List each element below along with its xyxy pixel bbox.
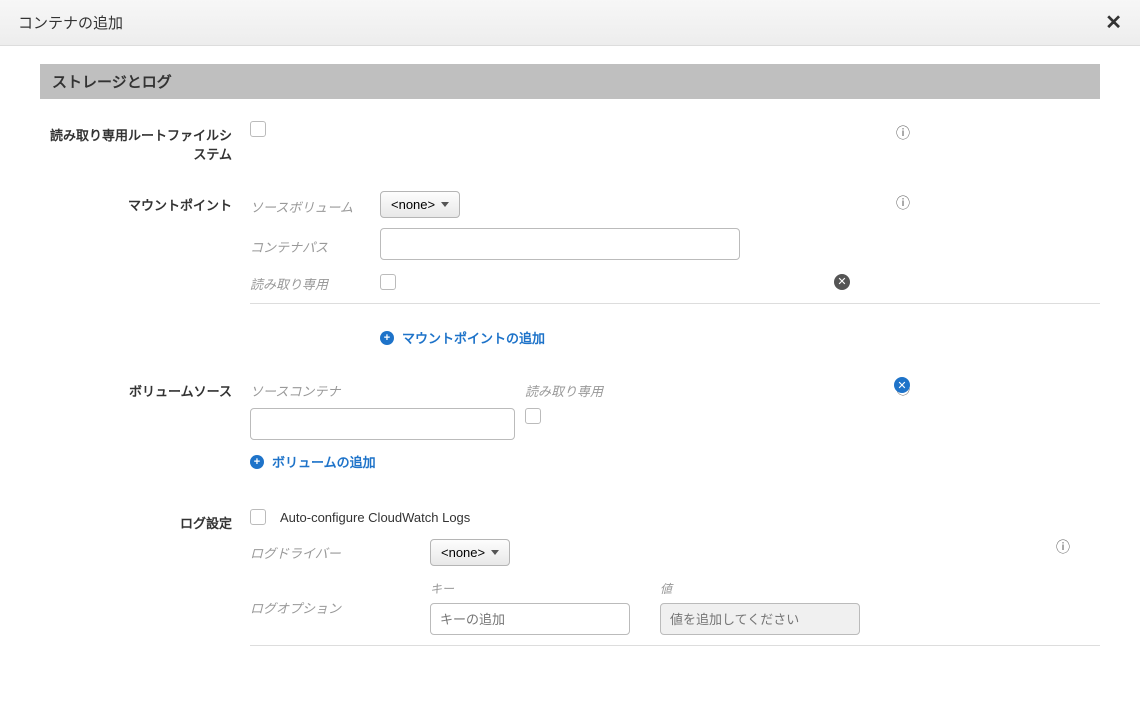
add-volume-wrapper: + ボリュームの追加 bbox=[250, 452, 1100, 471]
log-options-row: ログオプション キー 値 bbox=[250, 576, 1100, 635]
label-log-value: 値 bbox=[660, 580, 860, 597]
label-log-key: キー bbox=[430, 580, 630, 597]
row-volume-source: ボリュームソース ⓘ ソースコンテナ 読み取り専用 ✕ + ボリュームの追加 bbox=[40, 377, 1100, 501]
content-mount-points: ⓘ ソースボリューム <none> コンテナパス 読み取り専用 ✕ bbox=[250, 191, 1100, 320]
add-volume-label: ボリュームの追加 bbox=[272, 452, 376, 471]
content-log-config: Auto-configure CloudWatch Logs ⓘ ログドライバー… bbox=[250, 509, 1100, 662]
close-icon[interactable]: ✕ bbox=[1105, 10, 1122, 35]
label-volume-source: ボリュームソース bbox=[40, 377, 250, 400]
input-source-container[interactable] bbox=[250, 408, 515, 440]
label-mount-points: マウントポイント bbox=[40, 191, 250, 214]
row-readonly-rootfs: 読み取り専用ルートファイルシステム ⓘ bbox=[40, 121, 1100, 163]
add-mount-point-wrapper: + マウントポイントの追加 bbox=[380, 328, 1100, 347]
chevron-down-icon bbox=[441, 202, 449, 207]
label-volume-readonly: 読み取り専用 bbox=[525, 377, 603, 400]
dropdown-log-driver[interactable]: <none> bbox=[430, 539, 510, 566]
chevron-down-icon bbox=[491, 550, 499, 555]
checkbox-readonly-rootfs[interactable] bbox=[250, 121, 266, 137]
add-mount-point-button[interactable]: + マウントポイントの追加 bbox=[380, 328, 545, 347]
remove-volume-icon[interactable]: ✕ bbox=[894, 377, 910, 393]
log-key-col: キー bbox=[430, 580, 630, 635]
log-key-value-row: キー 値 bbox=[430, 580, 860, 635]
volume-entry-row: ソースコンテナ 読み取り専用 ✕ bbox=[250, 377, 1100, 440]
label-log-options: ログオプション bbox=[250, 576, 430, 617]
label-source-volume: ソースボリューム bbox=[250, 193, 380, 216]
content-volume-source: ⓘ ソースコンテナ 読み取り専用 ✕ + ボリュームの追加 bbox=[250, 377, 1100, 501]
info-icon[interactable]: ⓘ bbox=[896, 123, 910, 143]
plus-icon: + bbox=[380, 331, 394, 345]
volume-readonly-col: 読み取り専用 bbox=[525, 377, 603, 424]
mount-container-path-row: コンテナパス bbox=[250, 228, 1100, 260]
section-header-storage-log: ストレージとログ bbox=[40, 64, 1100, 99]
dropdown-source-volume[interactable]: <none> bbox=[380, 191, 460, 218]
modal-header: コンテナの追加 ✕ bbox=[0, 0, 1140, 46]
modal-content: ストレージとログ 読み取り専用ルートファイルシステム ⓘ マウントポイント ⓘ … bbox=[0, 46, 1140, 690]
plus-icon: + bbox=[250, 455, 264, 469]
input-log-key[interactable] bbox=[430, 603, 630, 635]
mount-readonly-row: 読み取り専用 ✕ bbox=[250, 270, 1100, 293]
add-mount-point-label: マウントポイントの追加 bbox=[402, 328, 545, 347]
label-container-path: コンテナパス bbox=[250, 233, 380, 256]
content-readonly-rootfs: ⓘ bbox=[250, 121, 1100, 137]
checkbox-volume-readonly[interactable] bbox=[525, 408, 541, 424]
label-readonly-rootfs: 読み取り専用ルートファイルシステム bbox=[40, 121, 250, 163]
row-log-config: ログ設定 Auto-configure CloudWatch Logs ⓘ ログ… bbox=[40, 509, 1100, 662]
label-mount-readonly: 読み取り専用 bbox=[250, 270, 380, 293]
mount-source-volume-row: ソースボリューム <none> bbox=[250, 191, 1100, 218]
divider bbox=[250, 303, 1100, 304]
checkbox-auto-configure-cloudwatch[interactable] bbox=[250, 509, 266, 525]
input-log-value[interactable] bbox=[660, 603, 860, 635]
dropdown-source-volume-value: <none> bbox=[391, 197, 435, 212]
add-volume-button[interactable]: + ボリュームの追加 bbox=[250, 452, 376, 471]
modal-title: コンテナの追加 bbox=[18, 12, 123, 33]
remove-mount-icon[interactable]: ✕ bbox=[834, 274, 850, 290]
label-log-driver: ログドライバー bbox=[250, 543, 430, 562]
divider bbox=[250, 645, 1100, 646]
volume-source-container-col: ソースコンテナ bbox=[250, 377, 515, 440]
label-log-config: ログ設定 bbox=[40, 509, 250, 532]
log-driver-row: ログドライバー <none> bbox=[250, 539, 1100, 566]
row-mount-points: マウントポイント ⓘ ソースボリューム <none> コンテナパス 読み取り専用… bbox=[40, 191, 1100, 320]
label-source-container: ソースコンテナ bbox=[250, 377, 515, 400]
dropdown-log-driver-value: <none> bbox=[441, 545, 485, 560]
log-value-col: 値 bbox=[660, 580, 860, 635]
checkbox-mount-readonly[interactable] bbox=[380, 274, 396, 290]
auto-configure-label: Auto-configure CloudWatch Logs bbox=[280, 510, 470, 525]
input-container-path[interactable] bbox=[380, 228, 740, 260]
auto-configure-row: Auto-configure CloudWatch Logs bbox=[250, 509, 1100, 525]
